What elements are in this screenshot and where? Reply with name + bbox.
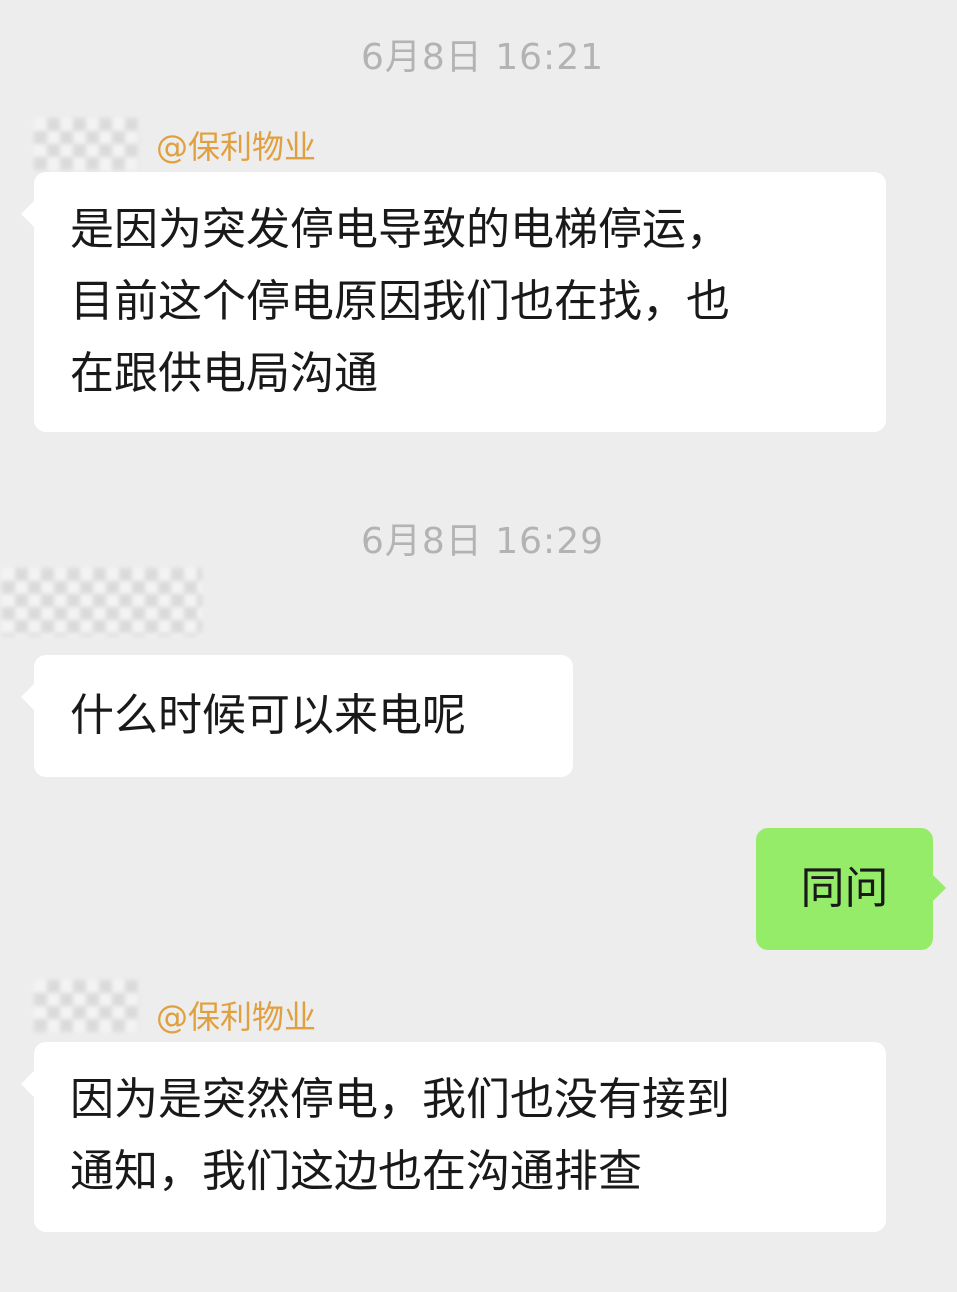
message-bubble-incoming[interactable]: 因为是突然停电，我们也没有接到 通知，我们这边也在沟通排查 [21, 1042, 886, 1232]
message-bubble-incoming[interactable]: 是因为突发停电导致的电梯停运， 目前这个停电原因我们也在找，也 在跟供电局沟通 [21, 172, 886, 432]
message-line: 目前这个停电原因我们也在找，也 [70, 276, 730, 327]
message-line: 通知，我们这边也在沟通排查 [70, 1146, 642, 1197]
message-line: 什么时候可以来电呢 [70, 690, 466, 741]
timestamp: 6月8日 16:29 [361, 521, 604, 562]
blurred-avatar-icon[interactable] [34, 118, 139, 170]
message-bubble-outgoing[interactable]: 同问 [756, 828, 946, 950]
sender-mention[interactable]: @保利物业 [156, 122, 316, 168]
sender-mention[interactable]: @保利物业 [156, 992, 316, 1038]
message-line: 是因为突发停电导致的电梯停运， [70, 204, 730, 255]
message-line: 因为是突然停电，我们也没有接到 [70, 1074, 730, 1125]
message-line: 在跟供电局沟通 [70, 348, 378, 399]
blurred-avatar-icon[interactable] [34, 980, 139, 1032]
message-bubble-incoming[interactable]: 什么时候可以来电呢 [21, 655, 573, 777]
blurred-avatar-icon[interactable] [2, 568, 202, 636]
timestamp: 6月8日 16:21 [361, 37, 604, 78]
message-line: 同问 [800, 863, 889, 914]
